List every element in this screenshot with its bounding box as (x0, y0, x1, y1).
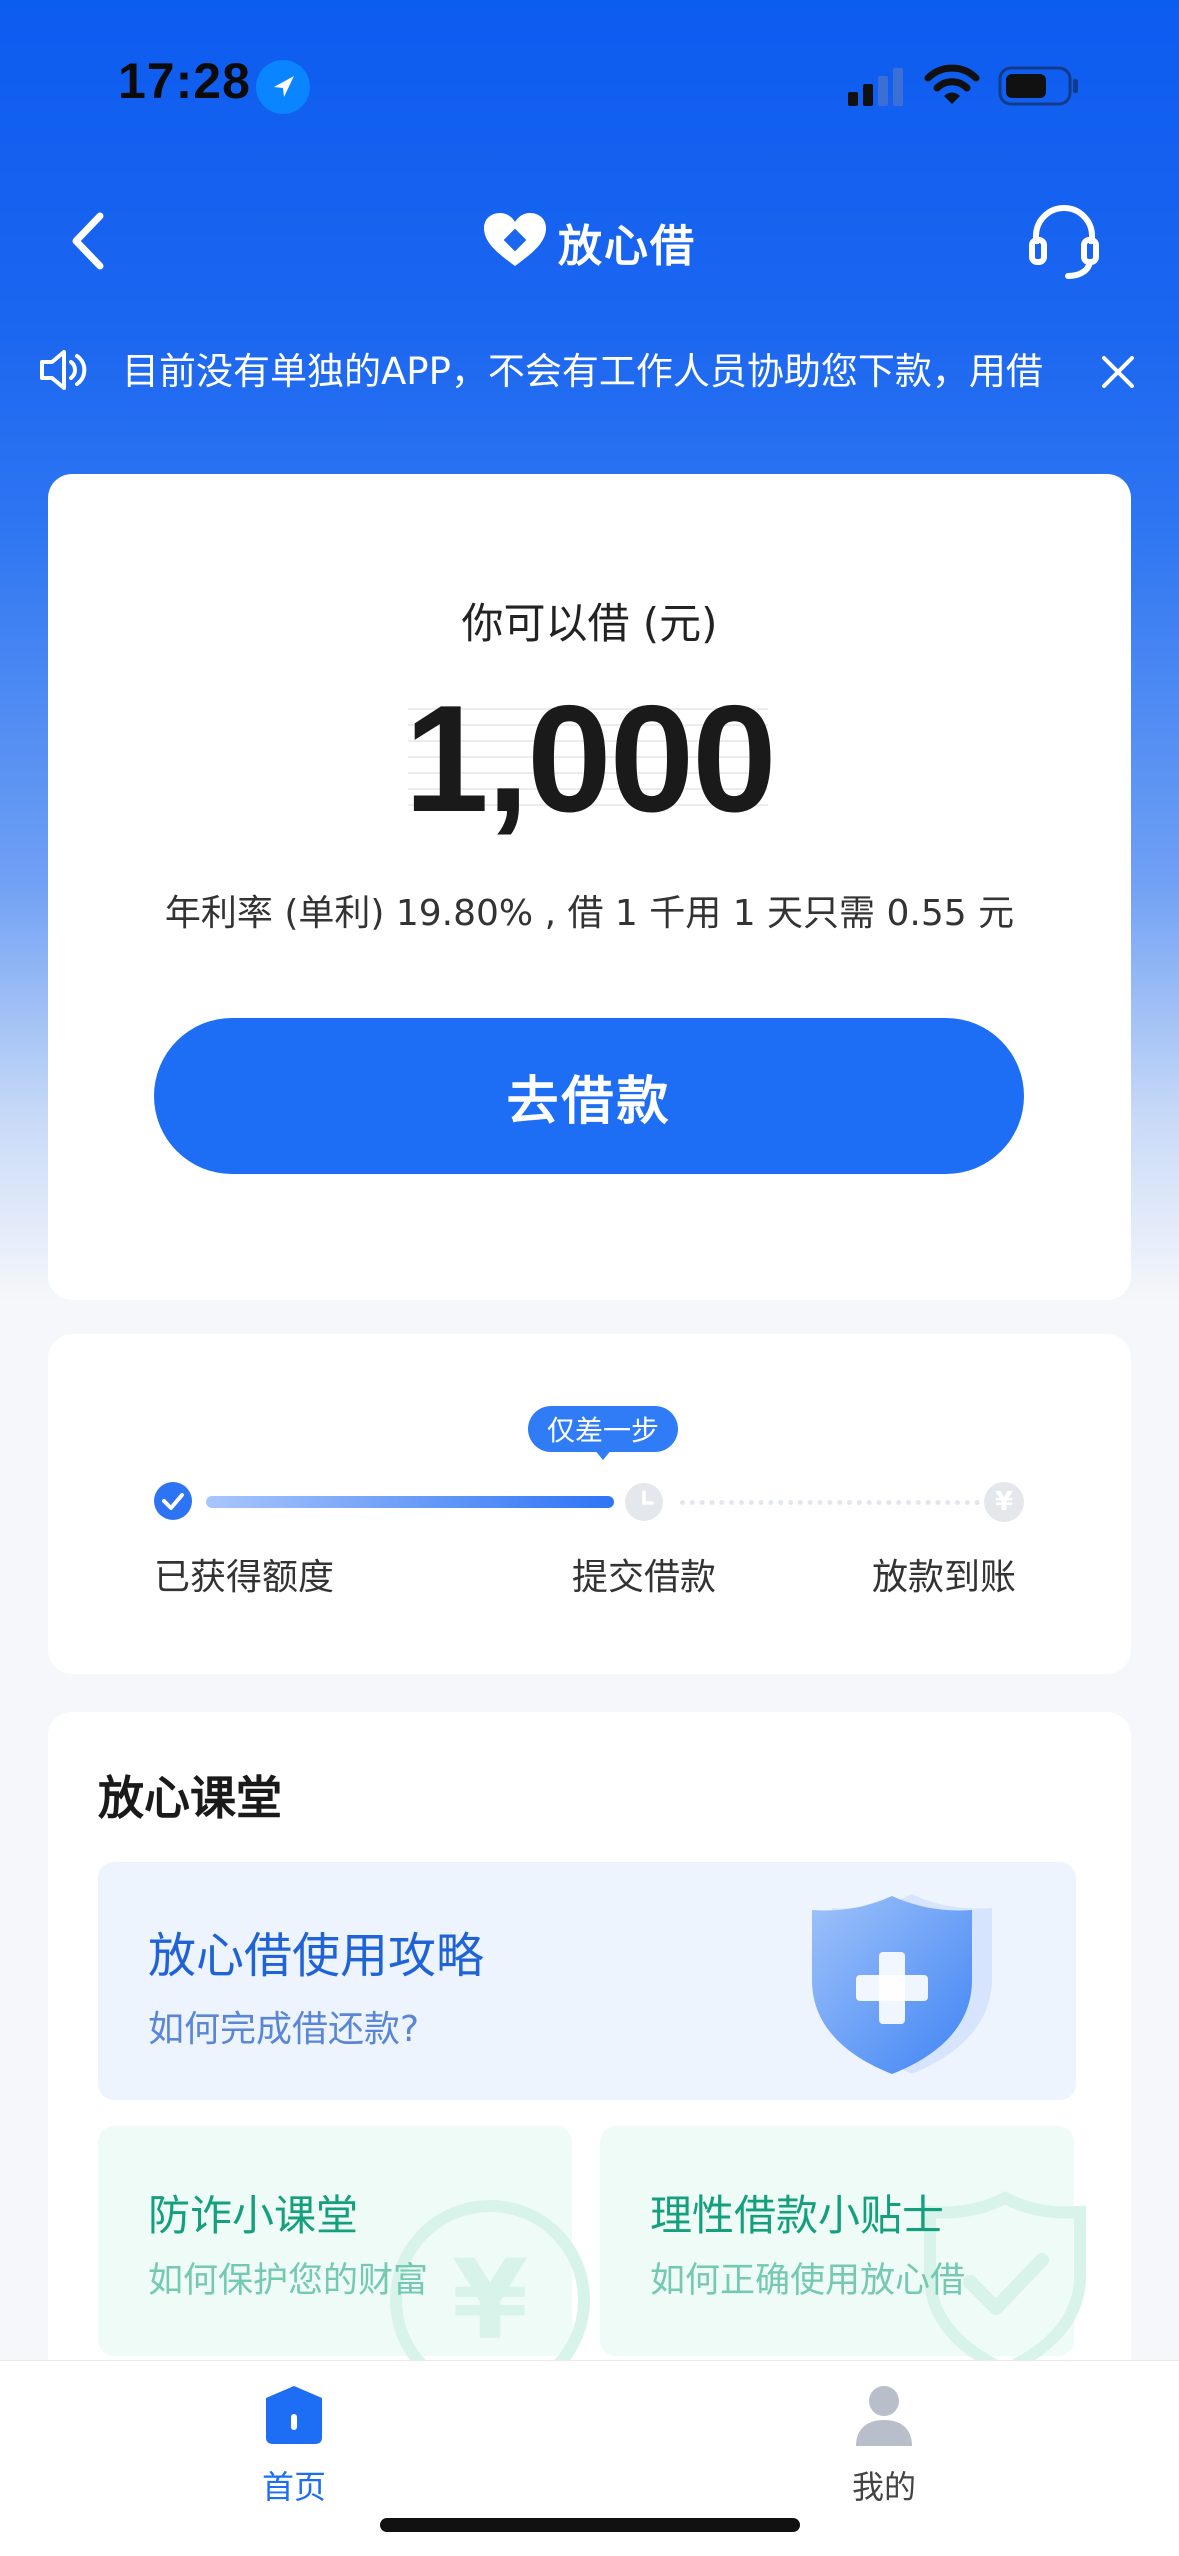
borrow-button[interactable]: 去借款 (154, 1018, 1024, 1174)
customer-service-icon[interactable] (1026, 204, 1102, 280)
anti-fraud-title: 防诈小课堂 (148, 2191, 359, 2240)
progress-bar (206, 1496, 614, 1508)
step-label-payout: 放款到账 (872, 1557, 1017, 1598)
page-title: 放心借 (558, 221, 696, 272)
progress-dotted-line (680, 1500, 980, 1505)
guide-title: 放心借使用攻略 (148, 1928, 485, 1984)
tab-home[interactable]: 首页 (232, 2462, 356, 2508)
step-badge: 仅差一步 (528, 1406, 678, 1452)
loan-amount: 1,000 (404, 674, 776, 844)
step-label-submit: 提交借款 (572, 1557, 717, 1598)
notice-marquee: 目前没有单独的APP，不会有工作人员协助您下款，用借 (122, 350, 1043, 393)
battery-icon (998, 66, 1080, 106)
home-icon[interactable] (262, 2384, 326, 2446)
close-icon[interactable] (1098, 352, 1138, 392)
speaker-icon (38, 346, 90, 394)
shield-icon (796, 1886, 1002, 2080)
yen-icon: ¥ (984, 1482, 1024, 1522)
clock-icon (624, 1482, 664, 1522)
interest-rate-text: 年利率 (单利) 19.80% , 借 1 千用 1 天只需 0.55 元 (164, 893, 1015, 934)
tips-subtitle: 如何正确使用放心借 (650, 2261, 966, 2301)
borrow-limit-label: 你可以借 (元) (461, 599, 718, 648)
status-time: 17:28 (118, 53, 251, 109)
check-icon (154, 1482, 192, 1520)
tips-title: 理性借款小贴士 (650, 2191, 945, 2240)
step-label-quota: 已获得额度 (154, 1557, 335, 1598)
location-icon (256, 60, 310, 114)
classroom-title: 放心课堂 (98, 1771, 282, 1825)
cellular-signal-icon (848, 66, 906, 106)
home-indicator (380, 2518, 800, 2532)
tab-mine[interactable]: 我的 (822, 2462, 946, 2508)
wifi-icon (924, 64, 980, 108)
guide-subtitle: 如何完成借还款? (148, 2009, 420, 2050)
app-logo-icon (482, 212, 548, 268)
back-button[interactable] (60, 206, 120, 276)
anti-fraud-subtitle: 如何保护您的财富 (148, 2261, 429, 2301)
step-badge-pointer (593, 1448, 613, 1460)
profile-icon[interactable] (852, 2384, 916, 2450)
